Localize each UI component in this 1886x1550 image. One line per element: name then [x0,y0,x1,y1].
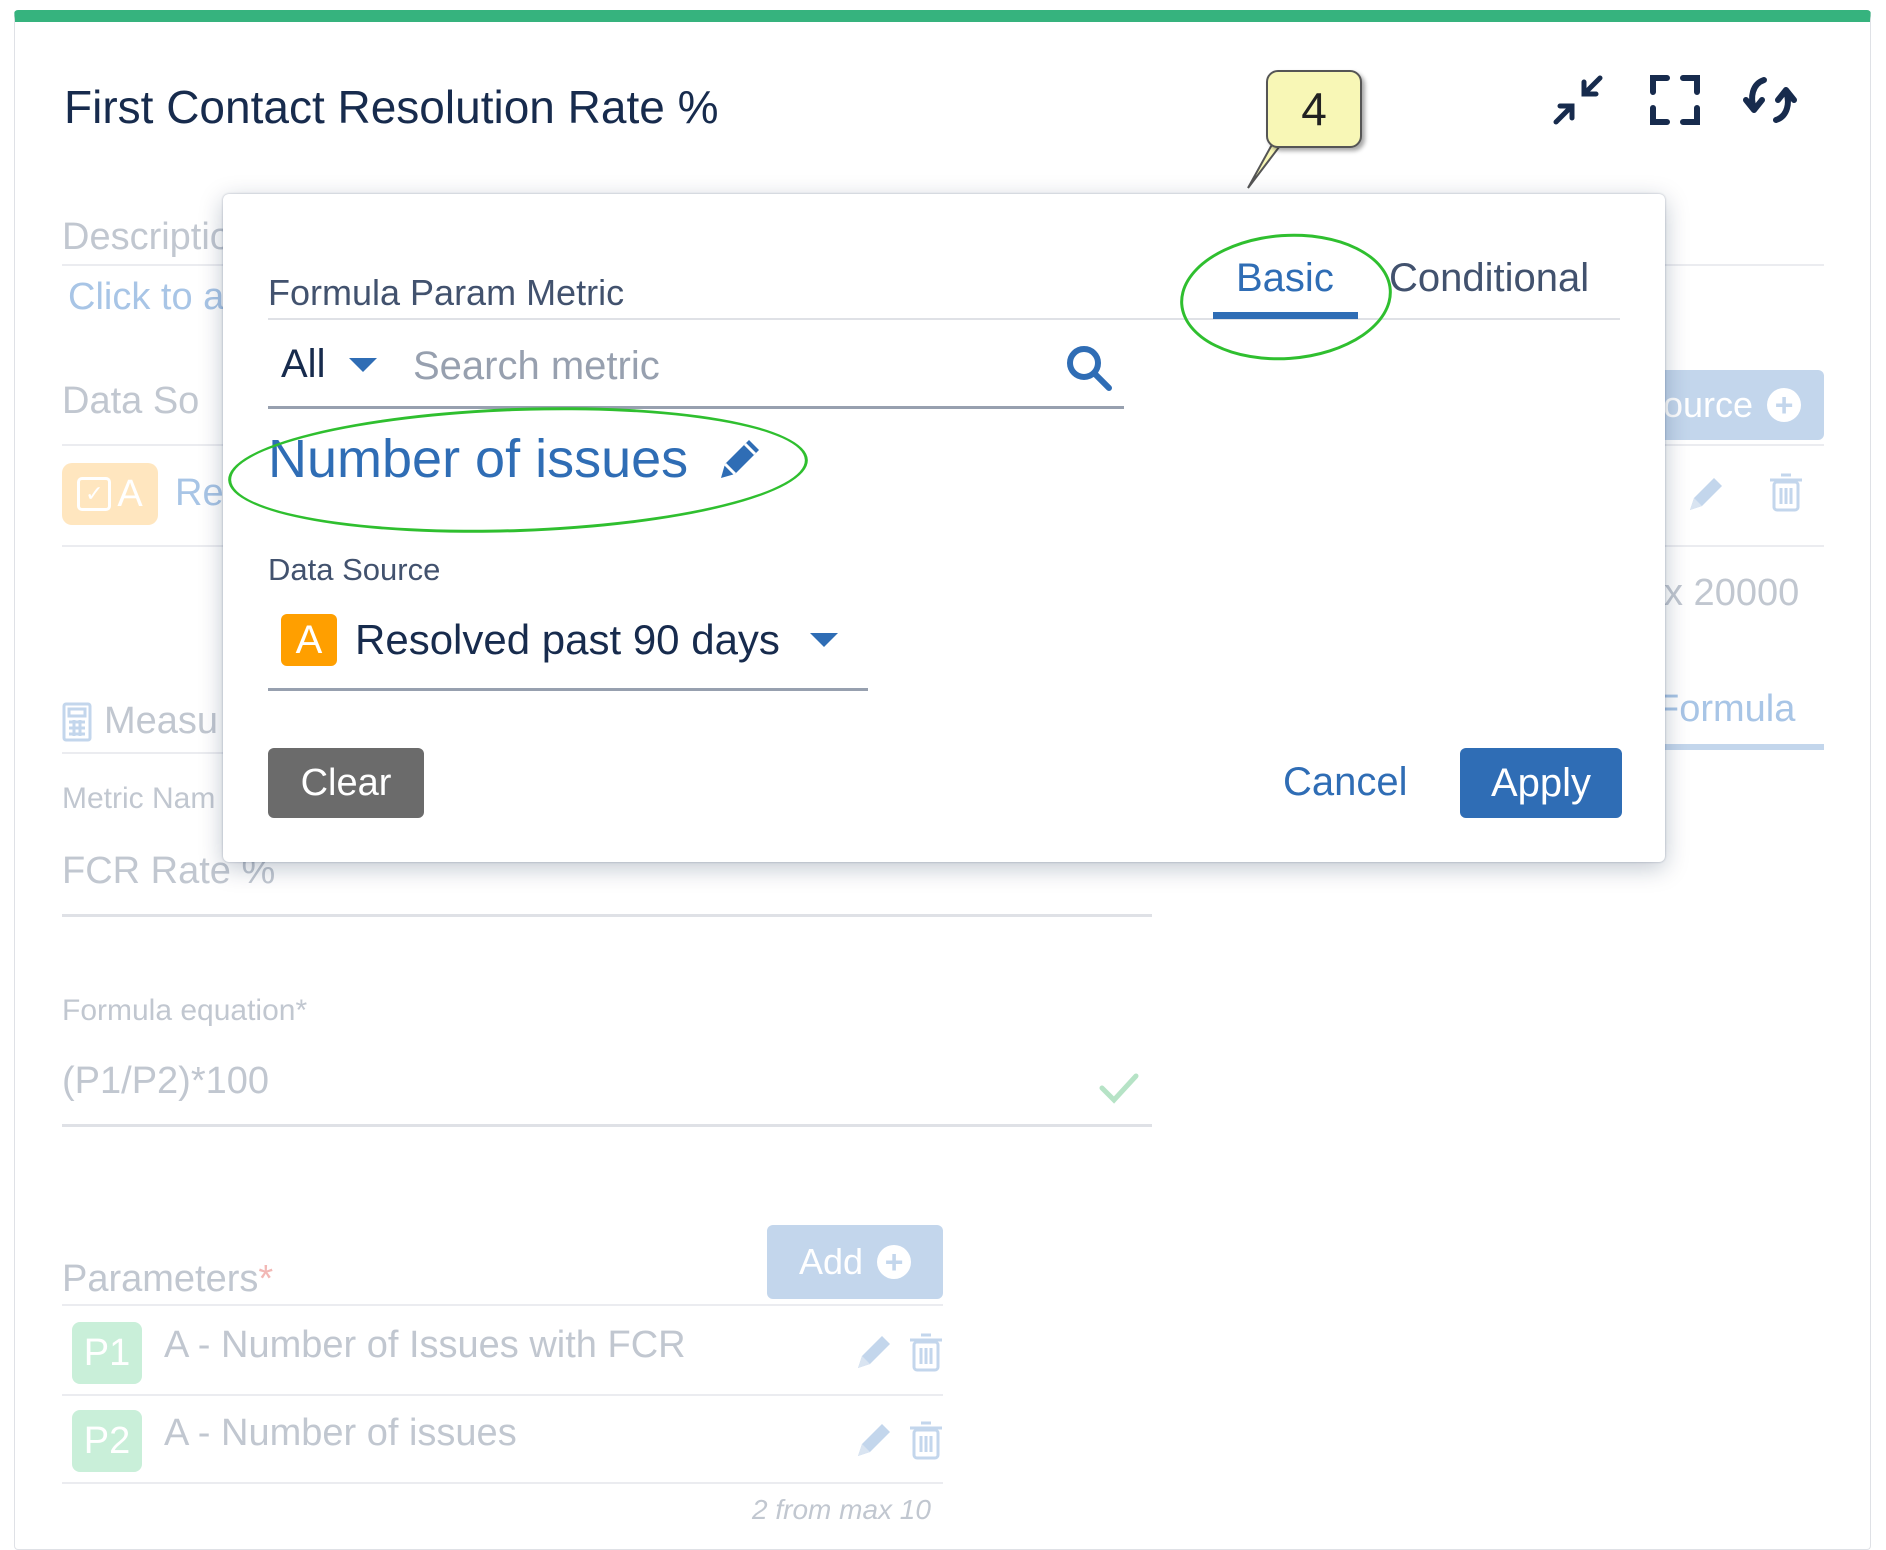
gadget-title: First Contact Resolution Rate % [64,81,719,133]
data-source-selected-value: Resolved past 90 days [355,616,780,663]
calculator-icon [62,702,92,742]
selected-metric-name[interactable]: Number of issues [268,428,688,490]
parameters-line [62,1304,943,1306]
add-parameter-button[interactable]: Add + [767,1225,943,1299]
data-source-underline [268,688,868,691]
formula-param-metric-dialog: Formula Param Metric Basic Conditional A… [223,194,1665,862]
description-link[interactable]: Click to a [68,276,224,319]
data-source-select[interactable]: A Resolved past 90 days [281,614,838,666]
chevron-down-icon [349,357,378,372]
step-callout: 4 [1266,70,1362,148]
param-badge: P2 [72,1410,142,1472]
parameters-label-text: Parameters [62,1258,259,1300]
add-source-label: ource [1662,384,1754,425]
search-underline [268,406,1124,409]
parameters-label: Parameters* [62,1258,273,1301]
data-source-label: Data So [62,380,200,422]
tab-row-line [268,318,1620,320]
chevron-down-icon [809,633,838,647]
param-badge: P1 [72,1322,142,1384]
tab-basic-underline [1213,312,1358,319]
cancel-button[interactable]: Cancel [1283,760,1408,805]
data-source-row-name[interactable]: Re [175,472,224,515]
collapse-icon[interactable] [1548,70,1608,130]
trash-icon[interactable] [904,1330,948,1379]
parameters-count: 2 from max 10 [752,1494,931,1525]
checkbox-icon: ✓ [77,477,112,511]
formula-tab-underline [1640,744,1824,750]
search-icon[interactable] [1063,342,1115,394]
data-source-field-label: Data Source [268,552,441,587]
refresh-icon[interactable] [1740,70,1800,130]
plus-icon: + [877,1245,912,1279]
checkmark-icon [1098,1066,1140,1108]
metric-name-label: Metric Nam [62,782,216,815]
edit-icon[interactable] [852,1330,896,1379]
edit-metric-icon[interactable] [715,434,765,484]
add-parameter-label: Add [798,1241,864,1282]
data-source-badge: ✓ A [62,463,158,525]
metric-name-underline [62,914,1152,917]
tab-formula[interactable]: Formula [1656,688,1795,731]
max-records-text: x 20000 [1664,572,1800,614]
plus-icon: + [1767,388,1802,422]
apply-button[interactable]: Apply [1460,748,1622,818]
edit-icon[interactable] [1684,472,1728,521]
formula-equation-label: Formula equation* [62,994,308,1027]
edit-icon[interactable] [852,1418,896,1467]
formula-equation-input[interactable]: (P1/P2)*100 [62,1060,269,1103]
param-text: A - Number of issues [164,1412,517,1454]
search-metric-input[interactable] [411,334,1055,398]
data-source-badge-letter: A [117,472,143,515]
measure-label: Measu [104,700,219,742]
metric-filter-value: All [281,342,326,386]
param-row-line [62,1482,943,1484]
fullscreen-icon[interactable] [1645,70,1705,130]
dialog-title: Formula Param Metric [268,272,625,313]
formula-equation-underline [62,1124,1152,1127]
tab-basic[interactable]: Basic [1236,256,1334,301]
add-source-button[interactable]: ource + [1640,370,1824,440]
description-label: Descriptio [62,216,231,258]
param-text: A - Number of Issues with FCR [164,1324,686,1366]
trash-icon[interactable] [1764,470,1808,519]
trash-icon[interactable] [904,1418,948,1467]
required-asterisk: * [258,1258,274,1300]
param-row-line [62,1394,943,1396]
clear-button[interactable]: Clear [268,748,424,818]
data-source-letter-badge: A [281,614,337,666]
tab-conditional[interactable]: Conditional [1389,256,1589,301]
metric-filter-select[interactable]: All [281,342,378,387]
